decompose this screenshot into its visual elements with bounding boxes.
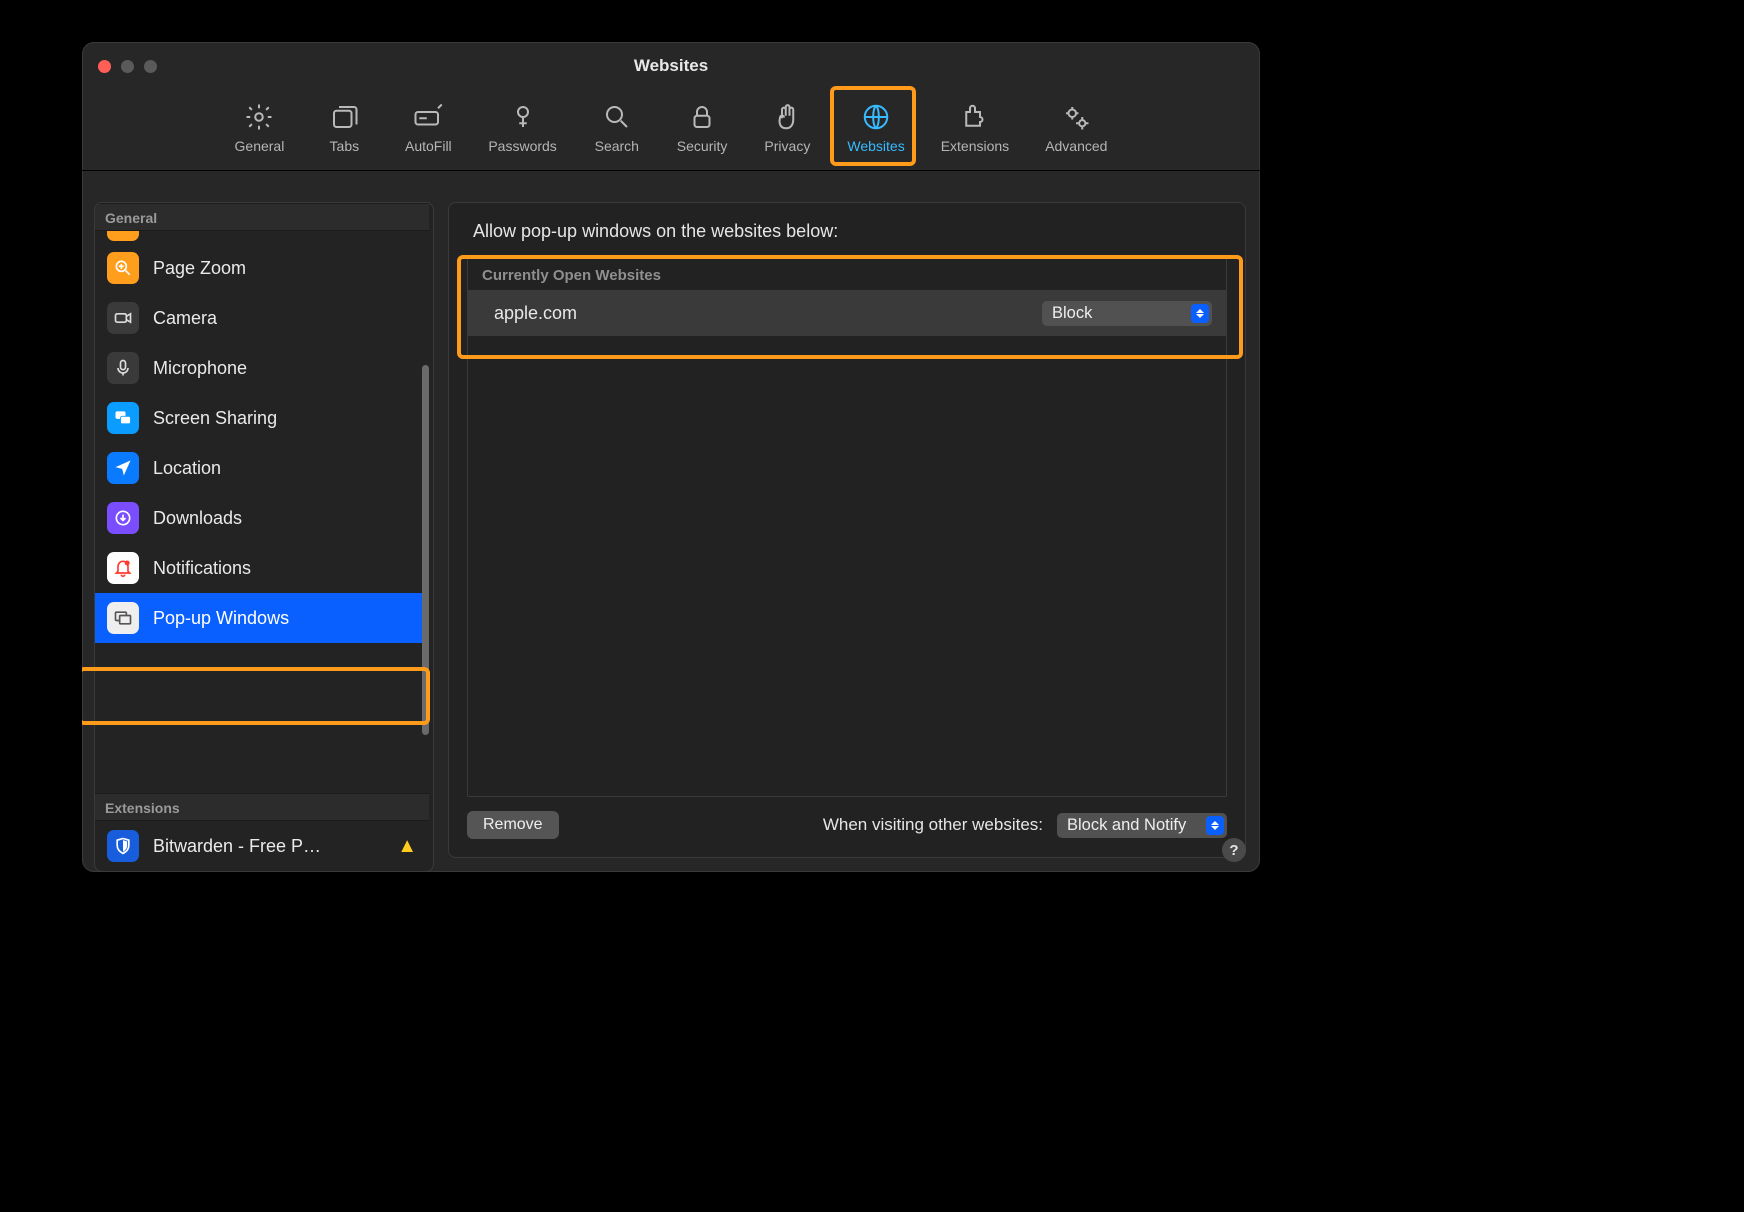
location-icon (107, 452, 139, 484)
sidebar-item-downloads[interactable]: Downloads (95, 493, 429, 543)
tab-search[interactable]: Search (585, 96, 649, 162)
tab-general[interactable]: General (227, 96, 293, 162)
puzzle-icon (960, 102, 990, 132)
websites-table: Currently Open Websites apple.com Block (467, 258, 1227, 797)
sidebar-item-notifications[interactable]: Notifications (95, 543, 429, 593)
tab-label: General (235, 138, 285, 154)
help-button[interactable]: ? (1222, 838, 1246, 862)
shield-icon (107, 830, 139, 862)
tab-security[interactable]: Security (669, 96, 736, 162)
scrollbar-thumb[interactable] (422, 365, 429, 735)
tab-websites[interactable]: Websites (839, 96, 912, 162)
camera-icon (107, 302, 139, 334)
bell-icon (107, 552, 139, 584)
tab-label: Security (677, 138, 728, 154)
tab-autofill[interactable]: AutoFill (396, 96, 460, 162)
gear-icon (244, 102, 274, 132)
popup-windows-icon (107, 602, 139, 634)
tab-label: AutoFill (405, 138, 452, 154)
sidebar-item-page-zoom[interactable]: Page Zoom (95, 243, 429, 293)
lock-icon (687, 102, 717, 132)
tab-label: Tabs (330, 138, 360, 154)
policy-select[interactable]: Block (1042, 301, 1212, 326)
download-icon (107, 502, 139, 534)
magnify-plus-icon (107, 252, 139, 284)
microphone-icon (107, 352, 139, 384)
autofill-icon (413, 102, 443, 132)
tab-advanced[interactable]: Advanced (1037, 96, 1115, 162)
window-title: Websites (82, 56, 1260, 76)
tab-label: Websites (847, 138, 904, 154)
tab-passwords[interactable]: Passwords (480, 96, 564, 162)
sidebar-items: Page Zoom Camera Microphone (95, 231, 429, 793)
sidebar-section-extensions: Extensions (95, 793, 429, 821)
sidebar-item-label: Pop-up Windows (153, 608, 289, 629)
settings-sidebar: General Page Zoom Camera (94, 202, 434, 872)
sidebar-item-label: Page Zoom (153, 258, 246, 279)
sidebar-item-screen-sharing[interactable]: Screen Sharing (95, 393, 429, 443)
default-policy-label: When visiting other websites: (823, 815, 1043, 835)
sidebar-item-label: Notifications (153, 558, 251, 579)
default-policy-select[interactable]: Block and Notify (1057, 813, 1227, 838)
website-row[interactable]: apple.com Block (468, 291, 1226, 336)
chevron-up-down-icon (1191, 304, 1209, 323)
tab-label: Passwords (488, 138, 556, 154)
policy-value: Block (1052, 304, 1092, 322)
gears-icon (1061, 102, 1091, 132)
tab-label: Search (595, 138, 639, 154)
screen-sharing-icon (107, 402, 139, 434)
sidebar-scrollbar[interactable] (422, 225, 429, 863)
sidebar-item-label: Microphone (153, 358, 247, 379)
sidebar-item-popup-windows[interactable]: Pop-up Windows (95, 593, 429, 643)
sidebar-item-bitwarden[interactable]: Bitwarden - Free P… ▲ (95, 821, 429, 871)
main-heading: Allow pop-up windows on the websites bel… (449, 203, 1245, 252)
sidebar-item-location[interactable]: Location (95, 443, 429, 493)
sidebar-item-microphone[interactable]: Microphone (95, 343, 429, 393)
sidebar-section-general: General (95, 203, 429, 231)
tab-label: Privacy (764, 138, 810, 154)
tab-tabs[interactable]: Tabs (312, 96, 376, 162)
default-policy-value: Block and Notify (1067, 816, 1186, 834)
titlebar: Websites (82, 42, 1260, 90)
search-icon (602, 102, 632, 132)
preferences-toolbar: General Tabs AutoFill Passwords Search (82, 90, 1260, 171)
chevron-up-down-icon (1206, 816, 1224, 835)
sidebar-item-camera[interactable]: Camera (95, 293, 429, 343)
tab-privacy[interactable]: Privacy (755, 96, 819, 162)
key-icon (508, 102, 538, 132)
sidebar-item-label: Downloads (153, 508, 242, 529)
sidebar-item-label: Camera (153, 308, 217, 329)
warning-icon: ▲ (397, 835, 417, 858)
tab-label: Advanced (1045, 138, 1107, 154)
preferences-window: Websites General Tabs AutoFill Passwords (82, 42, 1260, 872)
tab-extensions[interactable]: Extensions (933, 96, 1017, 162)
website-domain: apple.com (494, 303, 1030, 324)
globe-icon (861, 102, 891, 132)
tabs-icon (329, 102, 359, 132)
sidebar-item-label: Screen Sharing (153, 408, 277, 429)
table-caption: Currently Open Websites (468, 259, 1226, 291)
hand-icon (772, 102, 802, 132)
tab-label: Extensions (941, 138, 1009, 154)
sidebar-item-label: Location (153, 458, 221, 479)
main-footer: Remove When visiting other websites: Blo… (449, 797, 1245, 857)
main-panel: Allow pop-up windows on the websites bel… (448, 202, 1246, 858)
sidebar-item-partial[interactable] (107, 231, 139, 241)
sidebar-item-label: Bitwarden - Free P… (153, 836, 321, 857)
remove-button[interactable]: Remove (467, 811, 559, 839)
